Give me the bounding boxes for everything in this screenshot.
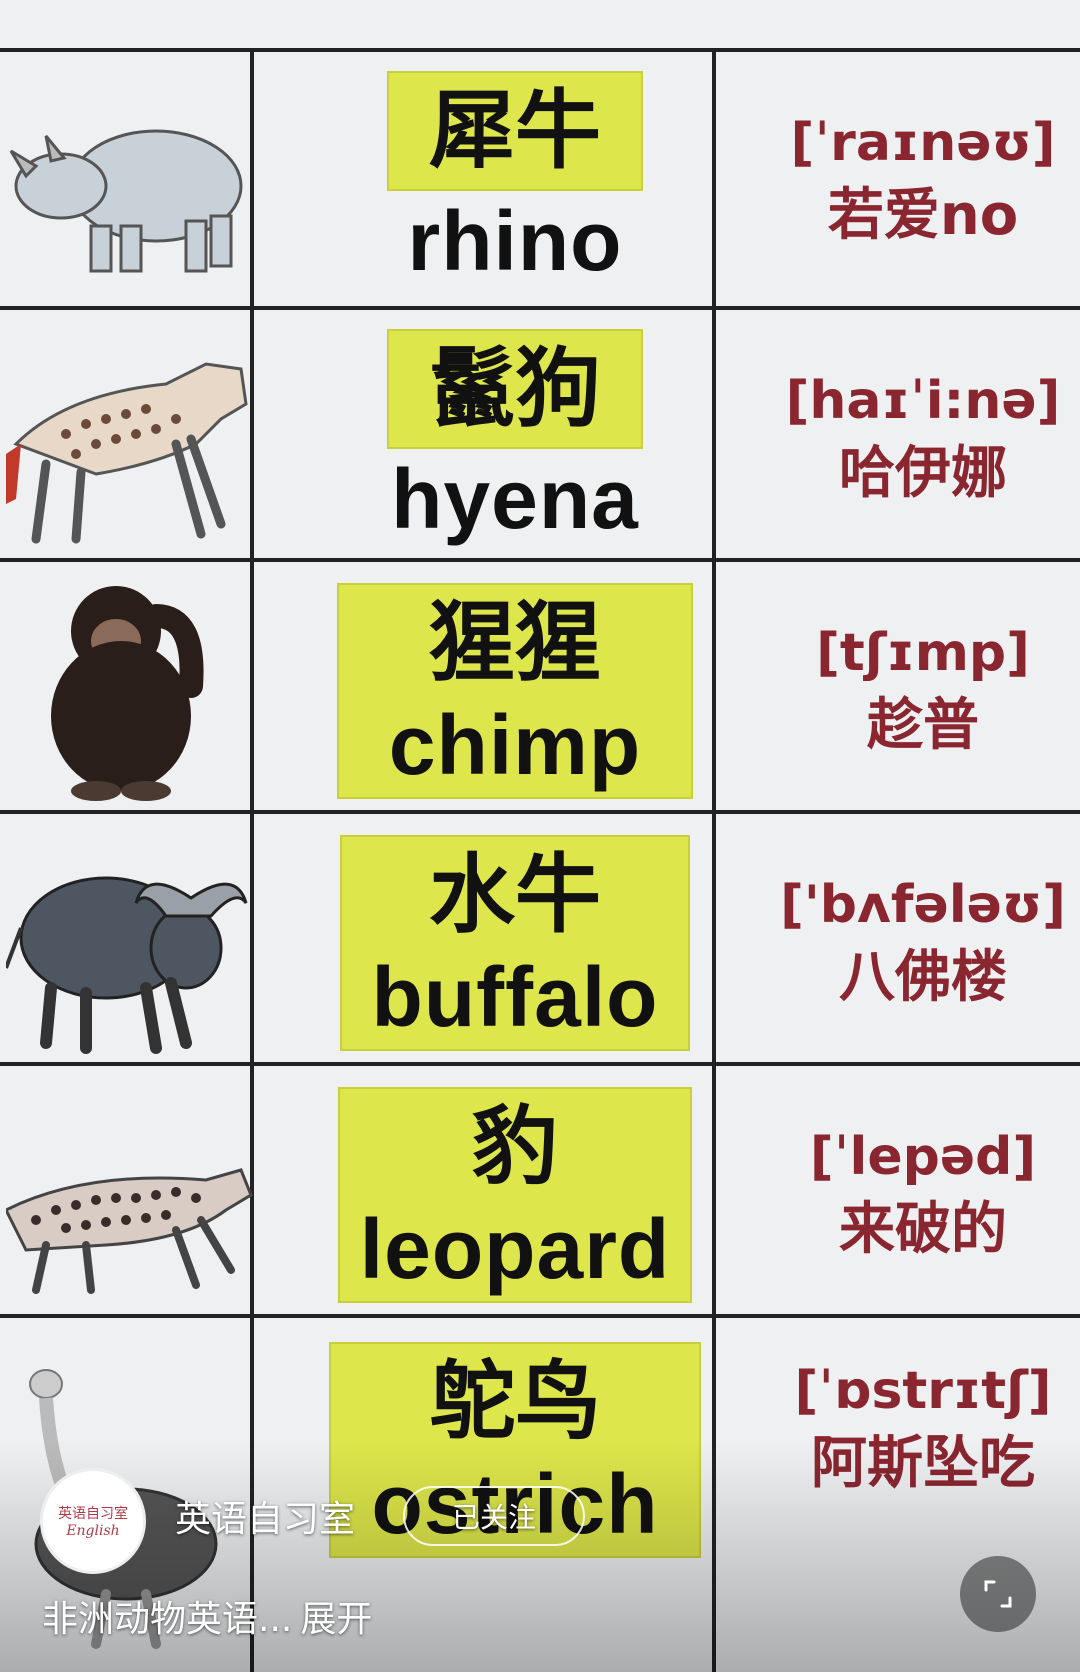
vocab-row-rhino: 犀牛 rhino [ˈraɪnəʊ] 若爱no [0, 50, 1080, 312]
caption-text: 非洲动物英语... [42, 1599, 293, 1640]
english-word: leopard [359, 1202, 671, 1296]
chinese-word: 鸵鸟 [429, 1352, 601, 1452]
pronunciation-hint: 八佛楼 [839, 945, 1007, 1010]
buffalo-icon [6, 876, 248, 1054]
pronunciation-cell: ['bʌfələʊ] 八佛楼 [766, 812, 1080, 1074]
phonetic-transcription: [tʃɪmp] [816, 623, 1030, 683]
phonetic-transcription: [ˈraɪnəʊ] [790, 113, 1056, 173]
chimp-icon [51, 586, 204, 801]
fullscreen-button[interactable] [960, 1556, 1036, 1632]
phonetic-transcription: [ˈlepəd] [809, 1127, 1037, 1187]
account-avatar[interactable]: 英语自习室 English [40, 1468, 146, 1574]
english-word: buffalo [371, 950, 659, 1044]
account-name[interactable]: 英语自习室 [175, 1490, 355, 1542]
phonetic-transcription: [haɪˈi:nə] [785, 371, 1061, 431]
chinese-word: 鬣狗 [429, 339, 601, 439]
pronunciation-hint: 趁普 [867, 693, 979, 758]
expand-caption-link[interactable]: 展开 [300, 1599, 372, 1640]
fullscreen-icon [984, 1580, 1012, 1608]
avatar-text: 英语自习室 [58, 1506, 128, 1522]
chinese-word: 豹 [472, 1097, 558, 1197]
vocab-row-leopard: 豹 leopard [ˈlepəd] 来破的 [0, 1064, 1080, 1326]
phonetic-transcription: ['bʌfələʊ] [780, 875, 1066, 935]
vocab-row-buffalo: 水牛 buffalo ['bʌfələʊ] 八佛楼 [0, 812, 1080, 1074]
rhino-icon [9, 129, 243, 273]
word-cell: 豹 leopard [270, 1064, 760, 1326]
english-word: rhino [407, 194, 623, 288]
leopard-illustration [0, 1064, 262, 1326]
highlight-box: 水牛 buffalo [339, 835, 691, 1051]
hyena-icon [6, 362, 248, 544]
word-cell: 猩猩 chimp [270, 560, 760, 822]
chinese-word: 犀牛 [429, 81, 601, 181]
highlight-box: 豹 leopard [337, 1087, 693, 1303]
vocab-row-chimp: 猩猩 chimp [tʃɪmp] 趁普 [0, 560, 1080, 822]
phonetic-transcription: [ˈɒstrɪtʃ] [794, 1361, 1052, 1421]
highlight-box: 犀牛 [387, 71, 643, 191]
pronunciation-hint: 哈伊娜 [839, 441, 1007, 506]
highlight-box: 鬣狗 [387, 329, 643, 449]
vocab-row-hyena: 鬣狗 hyena [haɪˈi:nə] 哈伊娜 [0, 308, 1080, 570]
hyena-illustration [0, 308, 262, 570]
word-cell: 鬣狗 hyena [270, 308, 760, 570]
follow-button[interactable]: 已关注 [403, 1486, 585, 1546]
pronunciation-hint: 若爱no [827, 183, 1019, 248]
chinese-word: 猩猩 [429, 593, 601, 693]
english-word: hyena [391, 452, 639, 546]
pronunciation-cell: [ˈlepəd] 来破的 [766, 1064, 1080, 1326]
word-cell: 犀牛 rhino [270, 50, 760, 312]
buffalo-illustration [0, 812, 262, 1074]
pronunciation-cell: [tʃɪmp] 趁普 [766, 560, 1080, 822]
pronunciation-hint: 来破的 [839, 1197, 1007, 1262]
word-cell: 水牛 buffalo [270, 812, 760, 1074]
english-word: chimp [388, 698, 642, 792]
leopard-icon [6, 1168, 253, 1294]
video-caption: 非洲动物英语... 展开 [42, 1590, 372, 1642]
chimp-illustration [0, 560, 262, 822]
avatar-subtext: English [66, 1523, 120, 1539]
vocabulary-board: 犀牛 rhino [ˈraɪnəʊ] 若爱no 鬣狗 hyena [haɪˈi:… [0, 0, 1080, 1672]
pronunciation-cell: [ˈraɪnəʊ] 若爱no [766, 50, 1080, 312]
pronunciation-cell: [haɪˈi:nə] 哈伊娜 [766, 308, 1080, 570]
chinese-word: 水牛 [429, 845, 601, 945]
highlight-box: 猩猩 chimp [336, 583, 694, 799]
rhino-illustration [0, 50, 262, 312]
